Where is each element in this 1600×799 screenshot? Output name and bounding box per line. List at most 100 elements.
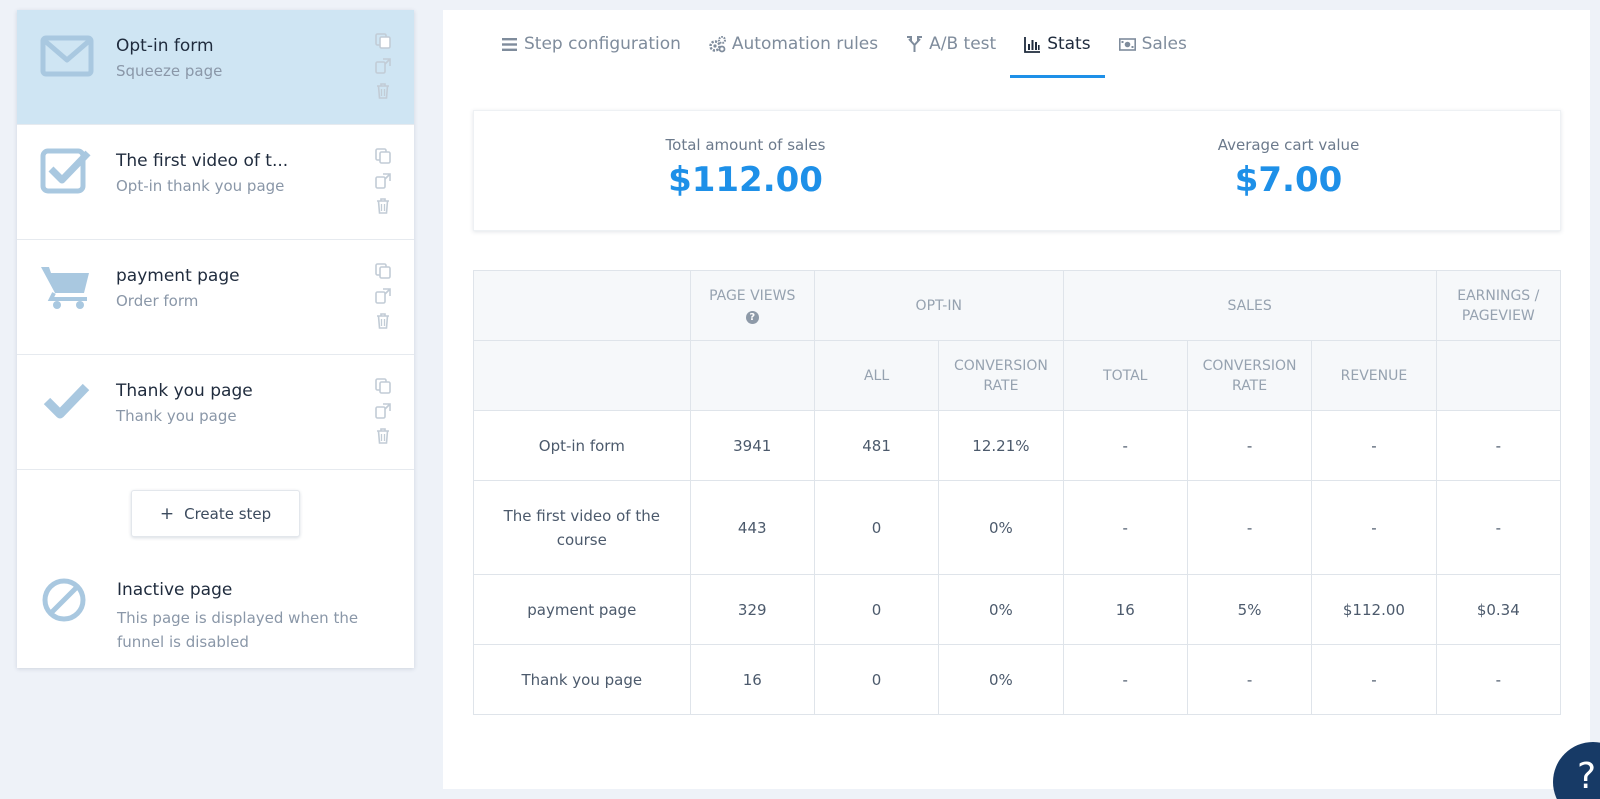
page-views-cell: 329 xyxy=(689,574,815,645)
envelope-icon xyxy=(40,35,94,77)
sales-rate-cell: - xyxy=(1186,410,1313,481)
revenue-cell: $112.00 xyxy=(1311,574,1437,645)
metric-value: $112.00 xyxy=(668,160,823,200)
earnings-cell: - xyxy=(1435,480,1562,575)
row-name: payment page xyxy=(473,574,691,645)
row-name: Thank you page xyxy=(473,644,691,715)
question-circle-icon[interactable]: ? xyxy=(745,310,759,324)
step-subtitle: Squeeze page xyxy=(116,62,223,80)
gears-icon xyxy=(709,35,726,52)
duplicate-icon[interactable] xyxy=(374,172,392,190)
tab-ab-test[interactable]: A/B test xyxy=(892,10,1010,78)
bar-chart-icon xyxy=(1024,36,1041,53)
tab-step-configuration[interactable]: Step configuration xyxy=(487,10,695,78)
step-title: The first video of t... xyxy=(116,151,289,171)
create-step-label: Create step xyxy=(184,504,272,523)
tab-label: Automation rules xyxy=(731,34,879,54)
step-subtitle: Order form xyxy=(116,292,199,310)
list-icon xyxy=(502,37,517,51)
funnel-steps-sidebar: Opt-in form Squeeze page The first video… xyxy=(17,10,414,668)
help-label: ? xyxy=(1577,756,1597,797)
metric-label: Total amount of sales xyxy=(665,136,826,154)
copy-icon[interactable] xyxy=(374,147,392,165)
earnings-cell: $0.34 xyxy=(1435,574,1562,645)
sidebar-step-opt-in-form[interactable]: Opt-in form Squeeze page xyxy=(17,10,414,125)
sidebar-step-first-video[interactable]: The first video of t... Opt-in thank you… xyxy=(17,125,414,240)
optin-rate-cell: 0% xyxy=(938,480,1064,575)
table-row: Thank you page 16 0 0% - - - - xyxy=(473,644,1562,715)
stats-panel: Step configuration Automation rules A/B … xyxy=(443,10,1590,789)
tab-automation-rules[interactable]: Automation rules xyxy=(695,10,892,78)
subheader-total: Total xyxy=(1062,340,1188,411)
average-cart-metric: Average cart value $7.00 xyxy=(1017,111,1560,230)
tab-stats[interactable]: Stats xyxy=(1010,10,1106,78)
subheader-empty xyxy=(473,340,691,411)
table-row: payment page 329 0 0% 16 5% $112.00 $0.3… xyxy=(473,574,1562,645)
step-actions xyxy=(372,377,394,445)
create-step-button[interactable]: + Create step xyxy=(131,490,300,537)
sales-total-cell: - xyxy=(1062,410,1188,481)
subheader-all: All xyxy=(813,340,940,411)
step-title: payment page xyxy=(116,266,240,286)
copy-icon[interactable] xyxy=(374,262,392,280)
sidebar-step-thank-you-page[interactable]: Thank you page Thank you page xyxy=(17,355,414,470)
trash-icon[interactable] xyxy=(374,427,392,445)
step-title: Opt-in form xyxy=(116,36,214,56)
money-icon xyxy=(1118,37,1136,51)
duplicate-icon[interactable] xyxy=(374,287,392,305)
header-sales: Sales xyxy=(1062,270,1437,341)
optin-all-cell: 481 xyxy=(813,410,940,481)
header-opt-in: Opt-in xyxy=(813,270,1064,341)
duplicate-icon[interactable] xyxy=(374,57,392,75)
checkbox-icon xyxy=(40,148,91,194)
trash-icon[interactable] xyxy=(374,197,392,215)
header-earnings-per-pageview: Earnings / pageview xyxy=(1435,270,1562,341)
step-actions xyxy=(372,262,394,330)
row-name: Opt-in form xyxy=(473,410,691,481)
optin-all-cell: 0 xyxy=(813,480,940,575)
revenue-cell: - xyxy=(1311,644,1437,715)
subheader-empty xyxy=(1435,340,1562,411)
sales-rate-cell: 5% xyxy=(1186,574,1313,645)
copy-icon[interactable] xyxy=(374,377,392,395)
step-subtitle: Opt-in thank you page xyxy=(116,177,285,195)
trash-icon[interactable] xyxy=(374,82,392,100)
optin-rate-cell: 0% xyxy=(938,574,1064,645)
optin-rate-cell: 12.21% xyxy=(938,410,1064,481)
revenue-cell: - xyxy=(1311,410,1437,481)
plus-icon: + xyxy=(159,503,175,524)
inactive-subtitle: This page is displayed when the funnel i… xyxy=(117,609,359,651)
subheader-empty xyxy=(689,340,815,411)
total-sales-metric: Total amount of sales $112.00 xyxy=(474,111,1017,230)
optin-all-cell: 0 xyxy=(813,644,940,715)
sales-rate-cell: - xyxy=(1186,480,1313,575)
sales-total-cell: - xyxy=(1062,480,1188,575)
tab-label: Sales xyxy=(1141,34,1187,54)
metric-label: Average cart value xyxy=(1217,136,1360,154)
subheader-conversion-rate: Conversion rate xyxy=(1186,340,1313,411)
earnings-cell: - xyxy=(1435,410,1562,481)
page-views-cell: 16 xyxy=(689,644,815,715)
duplicate-icon[interactable] xyxy=(374,402,392,420)
subheader-conversion-rate: Conversion rate xyxy=(938,340,1064,411)
page-views-cell: 3941 xyxy=(689,410,815,481)
tab-sales[interactable]: Sales xyxy=(1105,10,1201,78)
inactive-title: Inactive page xyxy=(117,580,233,600)
tab-label: A/B test xyxy=(929,34,997,54)
step-actions xyxy=(372,32,394,100)
create-step-area: + Create step xyxy=(17,470,414,558)
sidebar-inactive-page[interactable]: Inactive page This page is displayed whe… xyxy=(17,558,414,668)
tab-label: Stats xyxy=(1047,34,1091,54)
step-actions xyxy=(372,147,394,215)
copy-icon[interactable] xyxy=(374,32,392,50)
step-subtitle: Thank you page xyxy=(116,407,237,425)
metric-value: $7.00 xyxy=(1234,160,1343,200)
sidebar-step-payment-page[interactable]: payment page Order form xyxy=(17,240,414,355)
header-page-views: Page views ? xyxy=(689,270,815,341)
sales-summary: Total amount of sales $112.00 Average ca… xyxy=(473,110,1561,231)
subheader-revenue: Revenue xyxy=(1311,340,1437,411)
trash-icon[interactable] xyxy=(374,312,392,330)
page-views-cell: 443 xyxy=(689,480,815,575)
split-icon xyxy=(907,35,923,52)
revenue-cell: - xyxy=(1311,480,1437,575)
